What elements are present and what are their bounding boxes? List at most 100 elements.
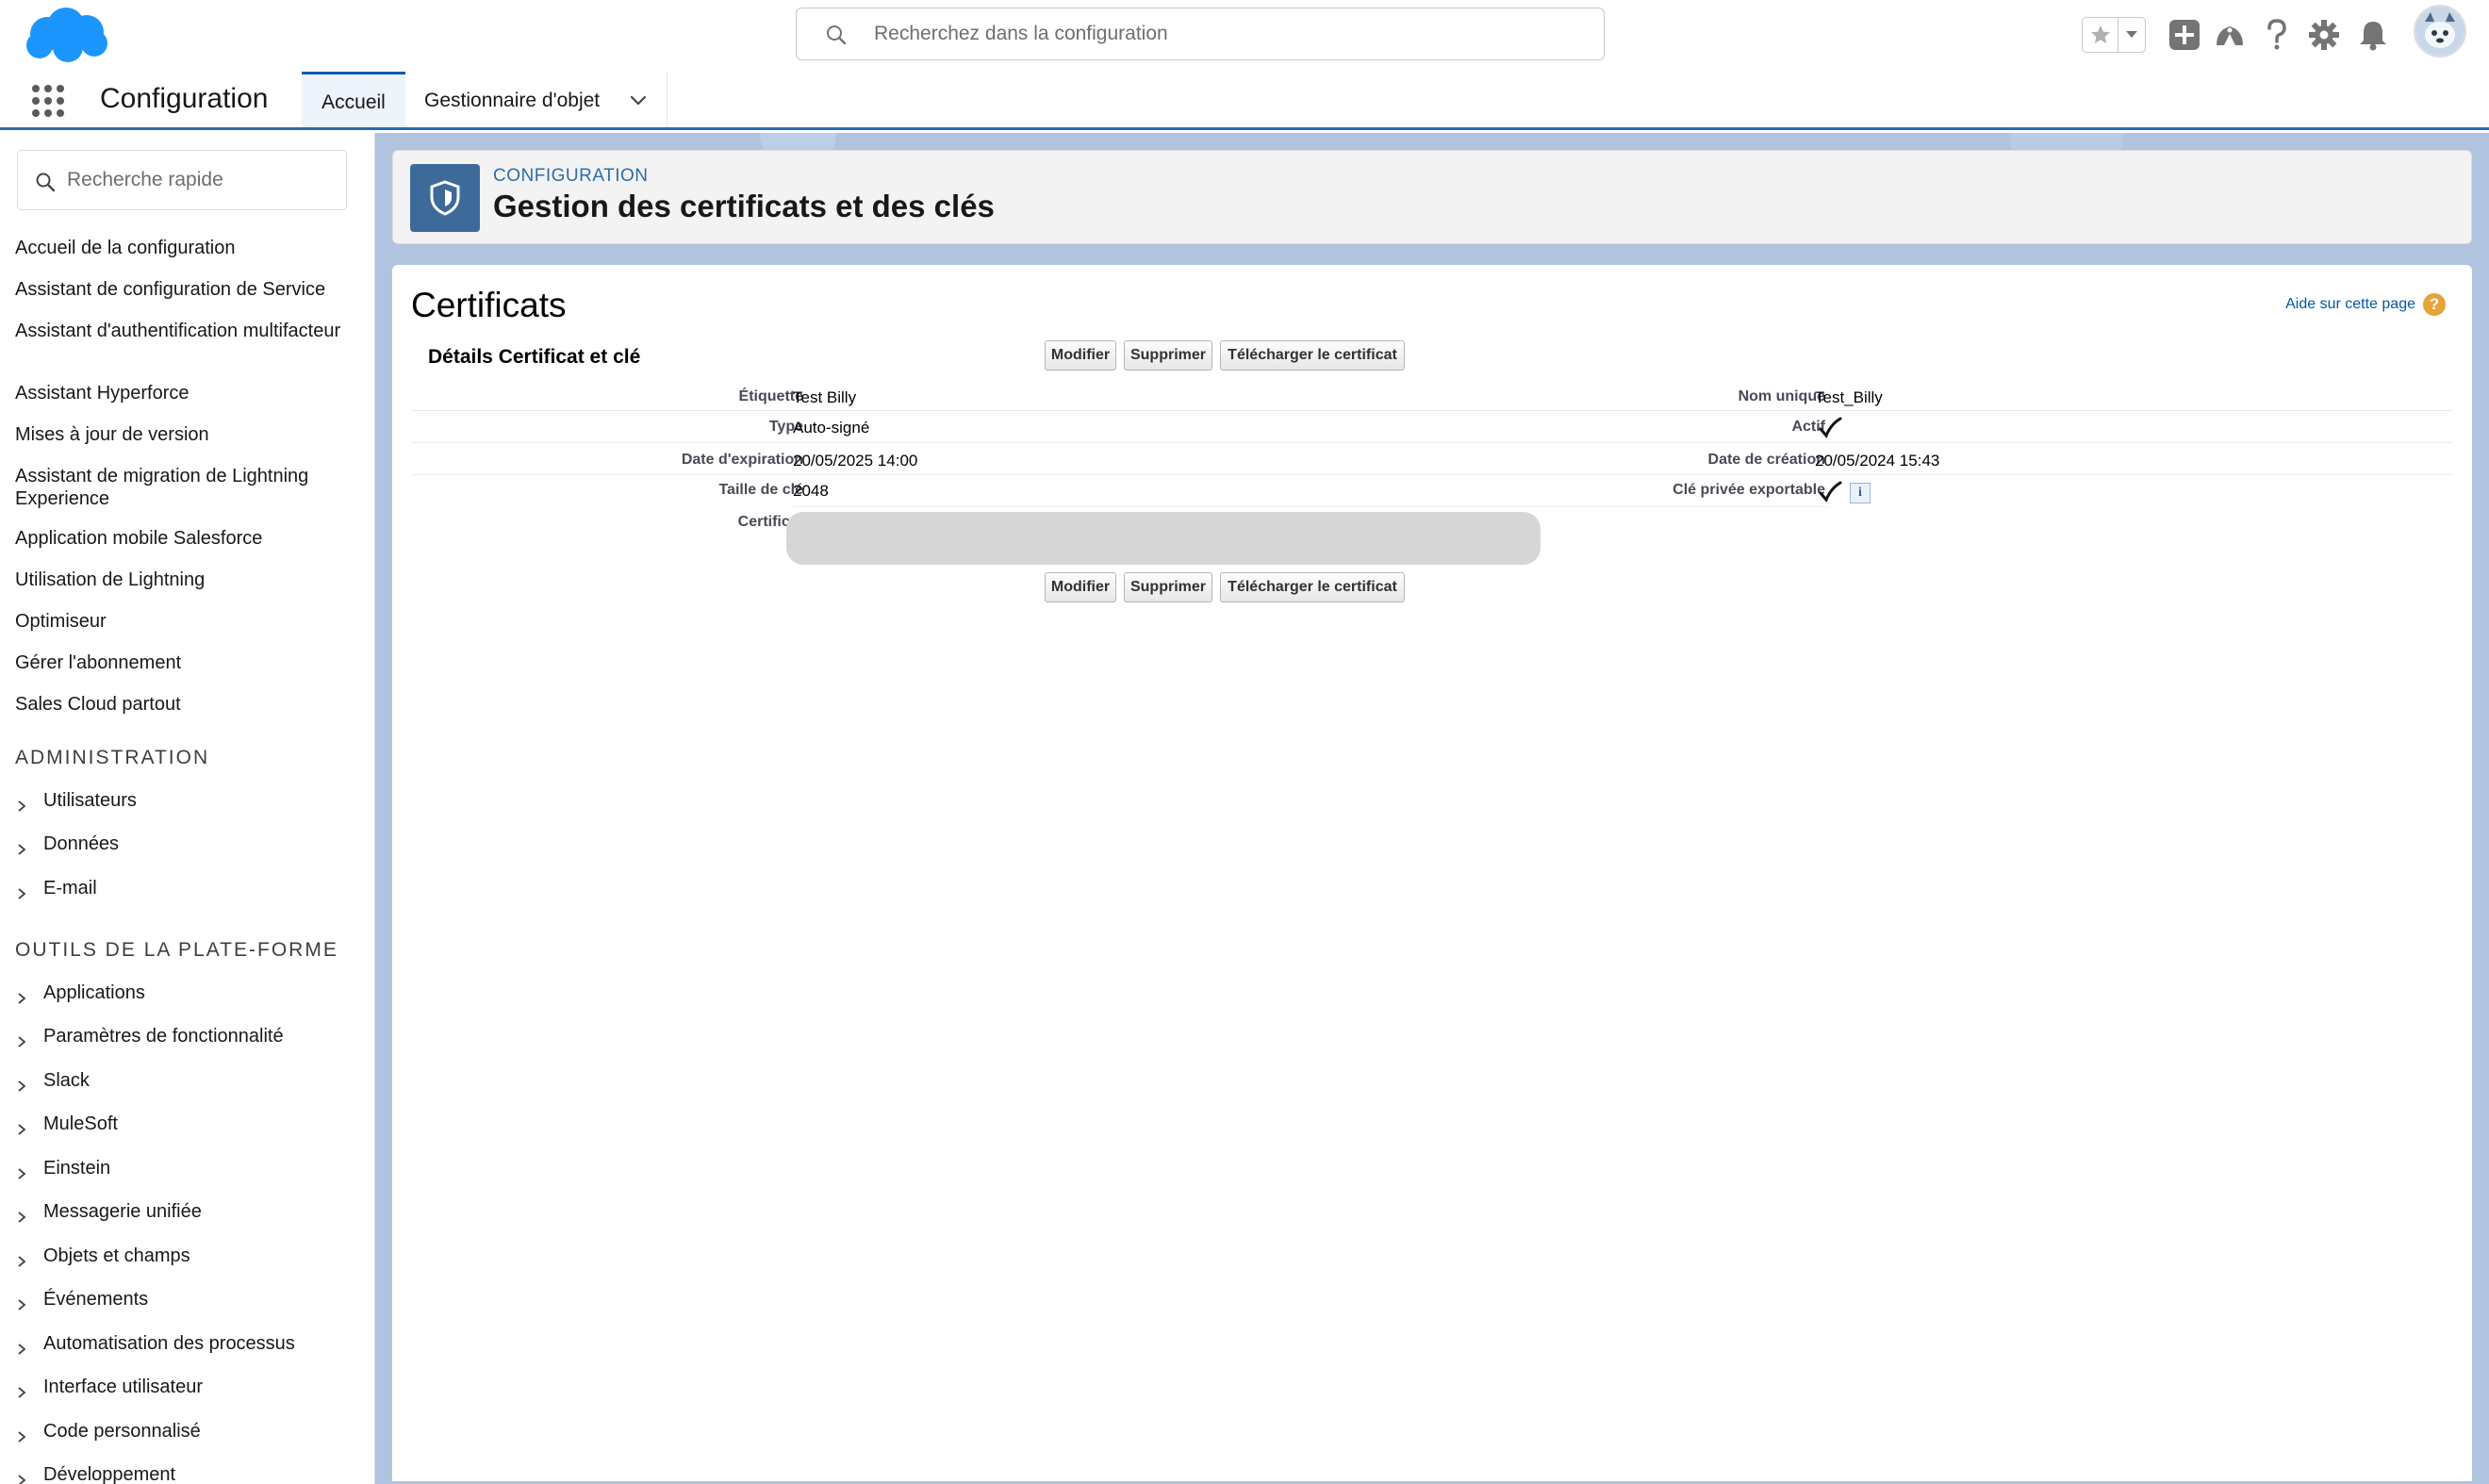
notifications-bell-icon[interactable] [2355,17,2391,53]
sidebar-tree-objects-fields[interactable]: Objets et champs [15,1245,190,1267]
edit-button-bottom[interactable]: Modifier [1045,572,1116,602]
field-label-value: Test Billy [793,388,857,406]
sidebar-tree-label: Données [43,833,120,854]
sidebar-tree-label: Applications [43,982,145,1003]
chevron-right-icon[interactable] [15,1252,28,1267]
chevron-right-icon[interactable] [15,840,28,855]
favorites-dropdown-icon[interactable] [2118,18,2145,52]
field-unique-name-value: Test_Billy [1815,388,1883,406]
sidebar-link-lightning-migration[interactable]: Assistant de migration de Lightning Expe… [15,465,364,510]
sidebar-tree-applications[interactable]: Applications [15,982,145,1004]
favorites-group[interactable] [2082,17,2146,53]
exportable-checkmark-icon [1818,481,1842,503]
sidebar-tree-label: Einstein [43,1158,111,1179]
sidebar-tree-label: MuleSoft [43,1113,118,1134]
sidebar-tree-label: Événements [43,1289,149,1310]
sidebar-tree-events[interactable]: Événements [15,1289,148,1311]
sidebar-tree-data[interactable]: Données [15,833,119,855]
sidebar-link-lightning-usage[interactable]: Utilisation de Lightning [15,569,364,591]
sidebar-link-mfa-assistant[interactable]: Assistant d'authentification multifacteu… [15,320,364,342]
sidebar-link-optimizer[interactable]: Optimiseur [15,610,364,633]
user-avatar[interactable] [2414,5,2466,58]
row-divider [793,506,1830,507]
chevron-right-icon[interactable] [15,1427,28,1443]
certificate-value-redacted [786,512,1541,565]
help-for-page-link[interactable]: Aide sur cette page ? [2285,293,2446,316]
delete-button-top[interactable]: Supprimer [1124,340,1212,371]
quick-find-input[interactable] [67,164,331,196]
chevron-right-icon[interactable] [15,1295,28,1311]
global-search-input[interactable] [874,16,1572,52]
sidebar-heading-platform-tools: OUTILS DE LA PLATE-FORME [15,939,338,961]
tab-object-manager[interactable]: Gestionnaire d'objet [405,72,668,130]
app-launcher-waffle-icon[interactable] [32,85,64,117]
sidebar-link-sales-cloud-everywhere[interactable]: Sales Cloud partout [15,693,364,716]
detail-row-label: Étiquette Test Billy Nom unique Test_Bil… [411,381,2453,411]
sidebar-link-service-setup-assistant[interactable]: Assistant de configuration de Service [15,278,364,301]
sidebar-tree-user-interface[interactable]: Interface utilisateur [15,1377,203,1398]
global-search-box[interactable] [796,8,1605,60]
chevron-right-icon[interactable] [15,884,28,899]
chevron-right-icon[interactable] [15,1077,28,1092]
sidebar-tree-custom-code[interactable]: Code personnalisé [15,1421,201,1443]
salesforce-logo-icon[interactable] [21,6,111,66]
chevron-right-icon[interactable] [15,1164,28,1179]
chevron-right-icon[interactable] [15,1340,28,1355]
favorites-star-icon[interactable] [2083,18,2118,52]
chevron-right-icon[interactable] [15,1208,28,1223]
field-exportable-label: Clé privée exportable [1673,482,1825,498]
sidebar-tree-label: E-mail [43,878,97,899]
sidebar-link-setup-home[interactable]: Accueil de la configuration [15,237,364,259]
sidebar-tree-users[interactable]: Utilisateurs [15,790,137,812]
sidebar-link-manage-subscription[interactable]: Gérer l'abonnement [15,651,364,674]
sidebar-tree-process-automation[interactable]: Automatisation des processus [15,1333,295,1355]
sidebar-link-mobile-app[interactable]: Application mobile Salesforce [15,527,364,550]
download-certificate-button-top[interactable]: Télécharger le certificat [1220,340,1405,371]
chevron-right-icon[interactable] [15,1471,28,1484]
field-expiration-label: Date d'expiration [681,452,803,468]
global-actions-plus-icon[interactable] [2167,17,2202,53]
sidebar-tree-feature-settings[interactable]: Paramètres de fonctionnalité [15,1026,284,1047]
sidebar-tree-label: Code personnalisé [43,1421,201,1442]
delete-button-bottom[interactable]: Supprimer [1124,572,1212,602]
trailhead-guidance-icon[interactable] [2212,17,2248,53]
chevron-right-icon[interactable] [15,1032,28,1047]
page-header: CONFIGURATION Gestion des certificats et… [392,150,2472,244]
sidebar-tree-label: Automatisation des processus [43,1333,295,1354]
sidebar-tree-label: Objets et champs [43,1245,190,1266]
download-certificate-button-bottom[interactable]: Télécharger le certificat [1220,572,1405,602]
help-question-icon[interactable] [2259,17,2295,53]
sidebar-tree-label: Interface utilisateur [43,1377,203,1397]
edit-button-top[interactable]: Modifier [1045,340,1116,371]
sidebar-tree-slack[interactable]: Slack [15,1070,90,1092]
info-icon[interactable]: i [1850,483,1871,503]
field-key-size-label: Taille de clé [718,482,803,498]
sidebar-link-hyperforce-assistant[interactable]: Assistant Hyperforce [15,382,364,404]
certificate-shield-icon [410,164,480,232]
sidebar-link-release-updates[interactable]: Mises à jour de version [15,423,364,446]
sidebar-tree-label: Utilisateurs [43,790,137,811]
field-expiration-value: 20/05/2025 14:00 [793,452,918,470]
tab-object-manager-label: Gestionnaire d'objet [424,90,601,111]
sidebar-tree-development[interactable]: Développement [15,1464,175,1484]
page-title: Gestion des certificats et des clés [493,189,995,223]
chevron-right-icon[interactable] [15,1120,28,1135]
sidebar-tree-mulesoft[interactable]: MuleSoft [15,1113,118,1135]
detail-row-key-size: Taille de clé 2048 Clé privée exportable… [411,475,2453,507]
certificate-detail-panel: Certificats Aide sur cette page ? Détail… [392,265,2472,1481]
chevron-right-icon[interactable] [15,797,28,812]
chevron-right-icon[interactable] [15,1383,28,1398]
chevron-right-icon[interactable] [15,989,28,1004]
setup-gear-icon[interactable] [2306,17,2342,53]
sidebar-tree-unified-messaging[interactable]: Messagerie unifiée [15,1201,202,1223]
global-header [0,0,2489,72]
quick-find-box[interactable] [17,150,347,210]
sidebar-heading-administration: ADMINISTRATION [15,747,210,768]
sidebar-tree-email[interactable]: E-mail [15,878,97,899]
app-navigation-bar: Configuration Accueil Gestionnaire d'obj… [0,72,2489,130]
tab-accueil[interactable]: Accueil [302,72,405,130]
chevron-down-icon[interactable] [628,91,649,111]
sidebar-tree-einstein[interactable]: Einstein [15,1158,110,1179]
field-created-value: 20/05/2024 15:43 [1815,452,1940,470]
main-content-area: CONFIGURATION Gestion des certificats et… [375,133,2489,1484]
